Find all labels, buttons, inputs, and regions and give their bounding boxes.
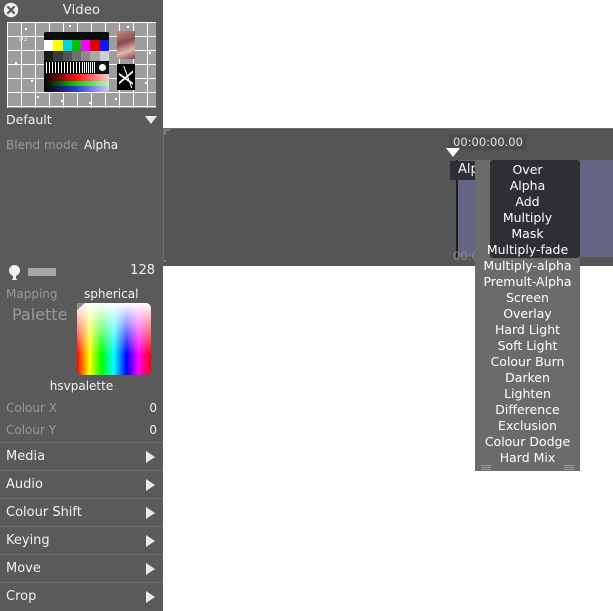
preview-corner-glyph: D3 [19, 35, 28, 43]
sidebar-item-move[interactable]: Move [0, 554, 163, 582]
blend-mode-value[interactable]: Alpha [84, 138, 124, 152]
slider-stem-icon [12, 275, 17, 280]
section-label-crop: Crop [6, 589, 37, 604]
timecode-top[interactable]: 00:00:00.00 [449, 134, 527, 150]
panel-titlebar: Video [0, 0, 163, 20]
property-row-blend-mode[interactable]: Blend mode Alpha [0, 135, 163, 155]
menu-item-lighten[interactable]: Lighten [475, 386, 580, 402]
blend-mode-dropdown[interactable]: Over Alpha Add Multiply Mask Multiply-fa… [475, 160, 580, 471]
section-label-audio: Audio [6, 477, 43, 492]
preview-thumb-portrait [117, 31, 135, 59]
menu-item-mask[interactable]: Mask [475, 226, 580, 242]
test-pattern-card [44, 32, 109, 92]
menu-item-over[interactable]: Over [475, 162, 580, 178]
section-label-keying: Keying [6, 533, 50, 548]
app-root: Video D3 Default Blend mode Alpha 128 Ma… [0, 0, 613, 611]
panel-title: Video [62, 2, 101, 18]
palette-label: Palette [12, 305, 68, 324]
section-label-media: Media [6, 449, 46, 464]
colour-y-label: Colour Y [6, 423, 57, 437]
menu-item-colour-dodge[interactable]: Colour Dodge [467, 434, 588, 450]
chevron-right-icon[interactable] [146, 534, 155, 547]
menu-item-screen[interactable]: Screen [475, 290, 580, 306]
preview-thumb-mono [117, 64, 135, 90]
menu-item-hard-mix[interactable]: Hard Mix [475, 450, 580, 466]
menu-item-add[interactable]: Add [475, 194, 580, 210]
chevron-right-icon[interactable] [146, 478, 155, 491]
menu-item-exclusion[interactable]: Exclusion [475, 418, 580, 434]
sidebar-item-audio[interactable]: Audio [0, 470, 163, 498]
chevron-down-icon[interactable] [145, 115, 157, 124]
menu-item-darken[interactable]: Darken [475, 370, 580, 386]
menu-item-alpha[interactable]: Alpha [475, 178, 580, 194]
slider-track[interactable] [28, 268, 56, 276]
colour-x-value[interactable]: 0 [149, 401, 163, 415]
section-label-move: Move [6, 561, 41, 576]
colour-x-label: Colour X [6, 401, 57, 415]
opacity-slider[interactable]: 128 [0, 262, 163, 282]
menu-item-multiply-alpha[interactable]: Multiply-alpha [467, 258, 588, 274]
slider-value: 128 [130, 263, 155, 278]
section-label-colour-shift: Colour Shift [6, 505, 82, 520]
palette-name-label: hsvpalette [49, 379, 114, 393]
preset-label: Default [6, 112, 52, 127]
chevron-right-icon[interactable] [146, 450, 155, 463]
menu-item-hard-light[interactable]: Hard Light [475, 322, 580, 338]
sidebar-item-crop[interactable]: Crop [0, 582, 163, 610]
menu-item-multiply[interactable]: Multiply [475, 210, 580, 226]
mapping-label: Mapping [6, 287, 58, 301]
sidebar-item-media[interactable]: Media [0, 442, 163, 470]
video-properties-panel: Video D3 Default Blend mode Alpha 128 Ma… [0, 0, 163, 611]
menu-item-soft-light[interactable]: Soft Light [475, 338, 580, 354]
close-circle-icon[interactable] [3, 2, 19, 18]
chevron-right-icon[interactable] [146, 590, 155, 603]
mapping-value[interactable]: spherical [84, 287, 144, 301]
video-preview-thumbnail[interactable]: D3 [7, 22, 156, 108]
property-row-colour-y[interactable]: Colour Y 0 [0, 420, 163, 440]
property-row-mapping[interactable]: Mapping spherical [0, 284, 163, 304]
property-row-colour-x[interactable]: Colour X 0 [0, 398, 163, 418]
chevron-right-icon[interactable] [146, 506, 155, 519]
sidebar-item-keying[interactable]: Keying [0, 526, 163, 554]
blend-mode-label: Blend mode [6, 138, 79, 152]
menu-item-premult-alpha[interactable]: Premult-Alpha [467, 274, 588, 290]
hsv-palette-swatch[interactable] [77, 303, 151, 375]
menu-item-colour-burn[interactable]: Colour Burn [467, 354, 588, 370]
menu-item-difference[interactable]: Difference [475, 402, 580, 418]
menu-item-list: Over Alpha Add Multiply Mask Multiply-fa… [475, 160, 580, 466]
canvas-corner-handle-icon [164, 129, 170, 135]
colour-y-value[interactable]: 0 [149, 423, 163, 437]
sidebar-item-colour-shift[interactable]: Colour Shift [0, 498, 163, 526]
menu-item-overlay[interactable]: Overlay [475, 306, 580, 322]
preset-selector[interactable]: Default [0, 110, 163, 129]
chevron-right-icon[interactable] [146, 562, 155, 575]
playhead-marker-icon[interactable] [446, 148, 460, 157]
menu-item-multiply-fade[interactable]: Multiply-fade [467, 242, 588, 258]
